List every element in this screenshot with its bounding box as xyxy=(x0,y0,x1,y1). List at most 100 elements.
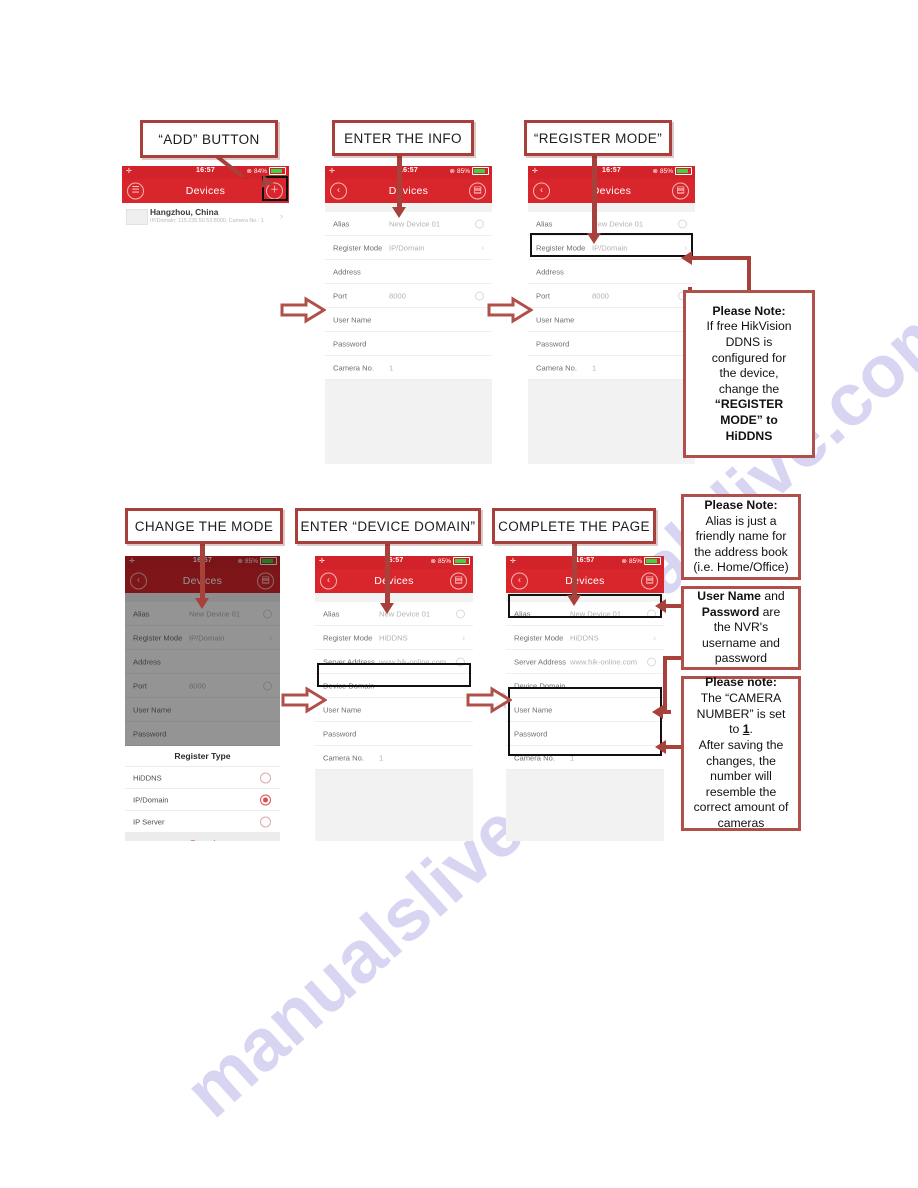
form-row-label: Alias xyxy=(323,609,340,618)
register-type-option-label: HiDDNS xyxy=(133,773,162,782)
form-row-value[interactable]: 8000 xyxy=(189,681,206,690)
form-row[interactable]: Register Mode HiDDNS › xyxy=(506,626,664,650)
clear-field-icon[interactable] xyxy=(647,657,656,666)
form-row-value[interactable]: 1 xyxy=(570,753,574,762)
back-arrow-icon[interactable]: ‹ xyxy=(533,182,550,200)
save-icon[interactable]: ▤ xyxy=(672,182,689,200)
nav-bar: ‹ Devices ▤ xyxy=(506,569,664,593)
form-row-value[interactable]: IP/Domain xyxy=(189,633,224,642)
back-arrow-icon[interactable]: ‹ xyxy=(130,572,147,590)
radio-icon[interactable] xyxy=(260,816,271,827)
status-right: ⊗ 84% xyxy=(247,167,286,175)
form-row-value[interactable]: New Device 01 xyxy=(570,609,621,618)
form-row[interactable]: Port 8000 xyxy=(528,284,695,308)
form-row[interactable]: Device Domain xyxy=(315,674,473,698)
connector-line xyxy=(747,256,751,290)
clear-field-icon[interactable] xyxy=(263,609,272,618)
note-line: the NVR's xyxy=(713,620,769,635)
form-row[interactable]: User Name xyxy=(528,308,695,332)
register-type-option[interactable]: HiDDNS xyxy=(125,767,280,789)
form-row-value[interactable]: 8000 xyxy=(389,291,406,300)
form-row[interactable]: Alias New Device 01 xyxy=(506,602,664,626)
status-bar: ✛ 16:57 ⊗ 85% xyxy=(325,166,492,179)
form-row[interactable]: User Name xyxy=(125,698,280,722)
form-row-value[interactable]: IP/Domain xyxy=(389,243,424,252)
form-row-label: Port xyxy=(536,291,550,300)
form-row-value[interactable]: New Device 01 xyxy=(189,609,240,618)
clear-field-icon[interactable] xyxy=(456,657,465,666)
form-row-value[interactable]: 8000 xyxy=(592,291,609,300)
form-row[interactable]: Password xyxy=(315,722,473,746)
form-row[interactable]: Password xyxy=(125,722,280,746)
form-row[interactable]: Camera No. 1 xyxy=(528,356,695,380)
save-icon[interactable]: ▤ xyxy=(450,572,467,590)
register-type-option[interactable]: IP/Domain xyxy=(125,789,280,811)
signal-icon: ✛ xyxy=(532,168,538,175)
form-row-value[interactable]: 1 xyxy=(592,363,596,372)
form-row-value[interactable]: HiDDNS xyxy=(379,633,408,642)
form-row[interactable]: Port 8000 xyxy=(325,284,492,308)
form-row-value[interactable]: 1 xyxy=(379,753,383,762)
clear-field-icon[interactable] xyxy=(678,219,687,228)
form-row[interactable]: Alias New Device 01 xyxy=(315,602,473,626)
form-row-value[interactable]: 1 xyxy=(389,363,393,372)
cancel-button[interactable]: Cancel xyxy=(125,833,280,841)
note-line: correct amount of xyxy=(693,800,789,815)
back-arrow-icon[interactable]: ‹ xyxy=(320,572,337,590)
chevron-right-icon[interactable]: › xyxy=(462,633,465,642)
callout-register-mode: “REGISTER MODE” xyxy=(524,120,672,156)
form-row[interactable]: Register Mode IP/Domain › xyxy=(125,626,280,650)
form-row[interactable]: User Name xyxy=(315,698,473,722)
device-form: Alias New Device 01 Register Mode HiDDNS › Se… xyxy=(506,602,664,770)
chevron-right-icon[interactable]: › xyxy=(269,633,272,642)
form-row[interactable]: Register Mode HiDDNS › xyxy=(315,626,473,650)
back-arrow-icon[interactable]: ‹ xyxy=(330,182,347,200)
radio-icon[interactable] xyxy=(260,794,271,805)
form-row[interactable]: Camera No. 1 xyxy=(506,746,664,770)
form-row-value[interactable]: www.hik-online.com xyxy=(570,657,637,666)
form-row[interactable]: Camera No. 1 xyxy=(315,746,473,770)
device-list-item[interactable]: Hangzhou, China IP/Domain: 115.235.50.53… xyxy=(122,203,289,226)
form-row[interactable]: Password xyxy=(528,332,695,356)
form-row[interactable]: User Name xyxy=(506,698,664,722)
form-row[interactable]: Address xyxy=(325,260,492,284)
form-row[interactable]: User Name xyxy=(325,308,492,332)
clear-field-icon[interactable] xyxy=(456,609,465,618)
form-row[interactable]: Password xyxy=(506,722,664,746)
form-row[interactable]: Address xyxy=(125,650,280,674)
form-row-label: Alias xyxy=(514,609,531,618)
clear-field-icon[interactable] xyxy=(263,681,272,690)
form-row[interactable]: Alias New Device 01 xyxy=(325,212,492,236)
chevron-right-icon[interactable]: › xyxy=(653,633,656,642)
form-row-value[interactable]: www.hik-online.com xyxy=(379,657,446,666)
save-icon[interactable]: ▤ xyxy=(641,572,658,590)
form-row-label: User Name xyxy=(133,705,172,714)
connector-line xyxy=(572,538,577,598)
form-row[interactable]: Server Address www.hik-online.com xyxy=(506,650,664,674)
form-row-value[interactable]: HiDDNS xyxy=(570,633,599,642)
back-arrow-icon[interactable]: ‹ xyxy=(511,572,528,590)
hamburger-icon[interactable]: ☰ xyxy=(127,182,144,200)
chevron-right-icon[interactable]: › xyxy=(481,243,484,252)
register-type-option[interactable]: IP Server xyxy=(125,811,280,833)
form-row-value[interactable]: New Device 01 xyxy=(592,219,643,228)
form-row[interactable]: Port 8000 xyxy=(125,674,280,698)
form-row[interactable]: Device Domain xyxy=(506,674,664,698)
form-row[interactable]: Alias New Device 01 xyxy=(528,212,695,236)
form-row[interactable]: Address xyxy=(528,260,695,284)
radio-icon[interactable] xyxy=(260,772,271,783)
clear-field-icon[interactable] xyxy=(475,219,484,228)
form-row[interactable]: Server Address www.hik-online.com xyxy=(315,650,473,674)
form-row[interactable]: Password xyxy=(325,332,492,356)
note-line: configured for xyxy=(711,350,787,365)
save-icon[interactable]: ▤ xyxy=(257,572,274,590)
clear-field-icon[interactable] xyxy=(475,291,484,300)
note-line: to xyxy=(729,722,740,737)
form-row-value[interactable]: New Device 01 xyxy=(389,219,440,228)
alarm-icon: ⊗ xyxy=(652,168,658,175)
save-icon[interactable]: ▤ xyxy=(469,182,486,200)
form-row[interactable]: Camera No. 1 xyxy=(325,356,492,380)
form-row[interactable]: Register Mode IP/Domain › xyxy=(325,236,492,260)
form-row-value[interactable]: IP/Domain xyxy=(592,243,627,252)
form-row[interactable]: Register Mode IP/Domain › xyxy=(528,236,695,260)
